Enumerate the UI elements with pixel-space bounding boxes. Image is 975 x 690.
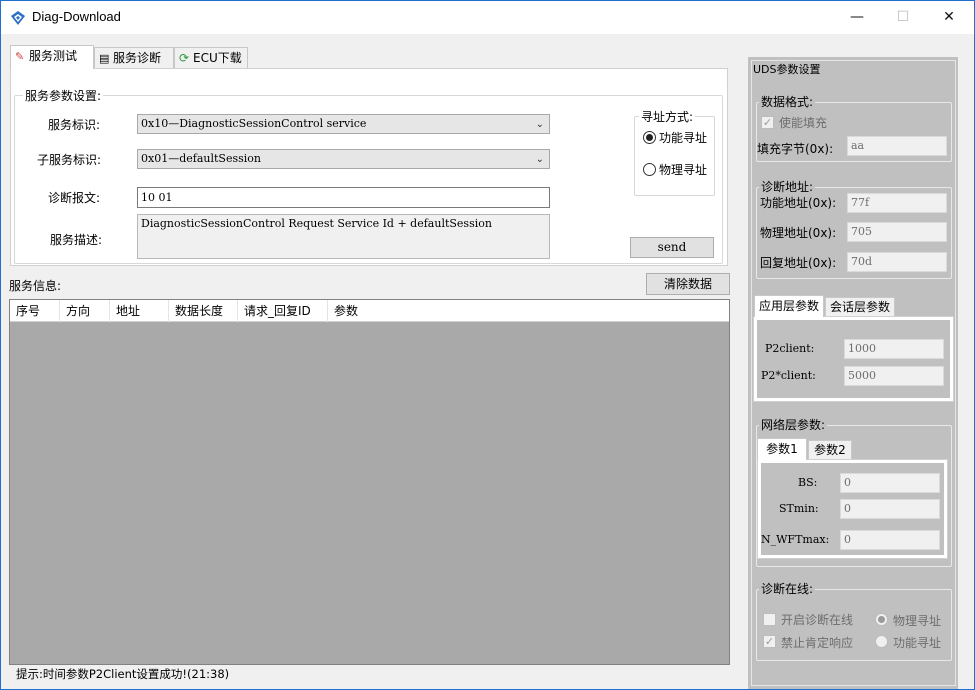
tab-ecu-download[interactable]: ⟳ ECU下载: [174, 47, 248, 69]
tab-label: ECU下载: [193, 51, 242, 65]
p2star-input[interactable]: 5000: [844, 366, 944, 386]
online-phys-label: 物理寻址: [893, 614, 942, 628]
app-layer-body: [757, 320, 950, 398]
chevron-down-icon: ⌄: [535, 119, 544, 130]
data-format-label: 数据格式:: [759, 93, 816, 110]
column-header[interactable]: 请求_回复ID: [238, 300, 328, 322]
column-header[interactable]: 方向: [60, 300, 110, 322]
diag-msg-label: 诊断报文:: [48, 191, 101, 205]
tab-network-param2[interactable]: 参数2: [808, 440, 852, 460]
subservice-select[interactable]: 0x01—defaultSession ⌄: [137, 149, 550, 169]
status-text-value: 提示:时间参数P2Client设置成功!(21:38): [16, 667, 230, 681]
maximize-button[interactable]: ☐: [880, 1, 926, 34]
status-text: 提示:时间参数P2Client设置成功!(21:38): [16, 666, 229, 682]
minimize-button[interactable]: —: [834, 1, 880, 34]
bs-input[interactable]: 0: [840, 473, 940, 493]
start-online-checkbox[interactable]: [763, 613, 776, 626]
subservice-label: 子服务标识:: [37, 153, 102, 167]
nwft-label: N_WFTmax:: [761, 533, 830, 546]
physical-addr-radio[interactable]: [643, 163, 656, 176]
fill-byte-input[interactable]: aa: [847, 136, 947, 156]
uds-settings-panel: UDS参数设置 数据格式: ✓ 使能填充 填充字节(0x): aa 诊断地址: …: [748, 57, 958, 689]
desc-textarea[interactable]: DiagnosticSessionControl Request Service…: [137, 214, 550, 259]
diag-online-label: 诊断在线:: [759, 580, 816, 597]
service-id-label: 服务标识:: [48, 118, 101, 132]
start-online-label: 开启诊断在线: [781, 613, 854, 627]
column-header[interactable]: 参数: [328, 300, 388, 322]
functional-addr-radio[interactable]: [643, 131, 656, 144]
document-icon: ▤: [99, 52, 110, 65]
phys-addr-input[interactable]: 705: [847, 222, 947, 242]
stmin-label: STmin:: [779, 502, 819, 515]
uds-settings-title: UDS参数设置: [752, 61, 822, 77]
app-logo-icon: [11, 11, 25, 25]
network-label: 网络层参数:: [759, 416, 828, 433]
fill-byte-label: 填充字节(0x):: [757, 142, 834, 156]
addressing-label: 寻址方式:: [639, 108, 696, 125]
close-button[interactable]: ✕: [926, 1, 972, 34]
online-func-radio[interactable]: [875, 635, 888, 648]
tab-session-layer[interactable]: 会话层参数: [825, 297, 895, 317]
enable-fill-checkbox[interactable]: ✓: [761, 116, 774, 129]
disable-pos-label: 禁止肯定响应: [781, 636, 854, 650]
column-header[interactable]: 数据长度: [169, 300, 238, 322]
send-button[interactable]: send: [630, 237, 714, 258]
tab-network-param1[interactable]: 参数1: [757, 438, 807, 460]
p2client-input[interactable]: 1000: [844, 339, 944, 359]
phys-addr-label: 物理地址(0x):: [760, 226, 837, 240]
tab-label: 服务测试: [29, 49, 78, 63]
func-addr-label: 功能地址(0x):: [760, 196, 837, 210]
chevron-down-icon: ⌄: [535, 154, 544, 165]
nwft-input[interactable]: 0: [840, 530, 940, 550]
stmin-input[interactable]: 0: [840, 499, 940, 519]
func-addr-input[interactable]: 77f: [847, 193, 947, 213]
service-info-label: 服务信息:: [9, 279, 62, 293]
diag-address-label: 诊断地址:: [759, 178, 816, 195]
app-layer-panel: [753, 316, 954, 402]
functional-addr-label: 功能寻址: [659, 131, 708, 145]
tab-app-layer[interactable]: 应用层参数: [754, 295, 824, 317]
clear-data-button[interactable]: 清除数据: [646, 273, 730, 295]
addressing-group: 寻址方式:: [634, 108, 715, 196]
title-bar: Diag-Download — ☐ ✕: [1, 1, 974, 34]
reply-addr-label: 回复地址(0x):: [760, 256, 837, 270]
service-params-label: 服务参数设置:: [23, 87, 104, 104]
main-window: Diag-Download — ☐ ✕ ✎ 服务测试 ▤ 服务诊断 ⟳ ECU下载 服…: [0, 0, 975, 690]
p2star-label: P2*client:: [761, 369, 816, 382]
online-phys-radio[interactable]: [875, 613, 888, 626]
column-header[interactable]: 地址: [110, 300, 169, 322]
column-header[interactable]: 序号: [10, 300, 60, 322]
reply-addr-input[interactable]: 70d: [847, 252, 947, 272]
service-info-table[interactable]: 序号 方向 地址 数据长度 请求_回复ID 参数: [9, 299, 730, 665]
table-header: 序号 方向 地址 数据长度 请求_回复ID 参数: [10, 300, 729, 322]
tab-service-test[interactable]: ✎ 服务测试: [10, 45, 94, 69]
refresh-icon: ⟳: [179, 51, 190, 65]
service-id-value: 0x10—DiagnosticSessionControl service: [141, 117, 367, 130]
subservice-value: 0x01—defaultSession: [141, 152, 261, 165]
diag-msg-input[interactable]: 10 01: [137, 187, 550, 208]
wrench-icon: ✎: [15, 50, 25, 63]
bs-label: BS:: [798, 476, 818, 489]
tab-label: 服务诊断: [113, 51, 162, 65]
window-title: Diag-Download: [32, 9, 121, 24]
p2client-label: P2client:: [765, 342, 815, 355]
desc-label: 服务描述:: [50, 233, 103, 247]
disable-pos-checkbox[interactable]: ✓: [763, 635, 776, 648]
service-panel: 服务参数设置: 服务标识: 0x10—DiagnosticSessionCont…: [10, 68, 728, 266]
online-func-label: 功能寻址: [893, 636, 942, 650]
enable-fill-label: 使能填充: [779, 116, 828, 130]
physical-addr-label: 物理寻址: [659, 163, 708, 177]
service-id-select[interactable]: 0x10—DiagnosticSessionControl service ⌄: [137, 114, 550, 134]
tab-service-diag[interactable]: ▤ 服务诊断: [94, 47, 174, 69]
